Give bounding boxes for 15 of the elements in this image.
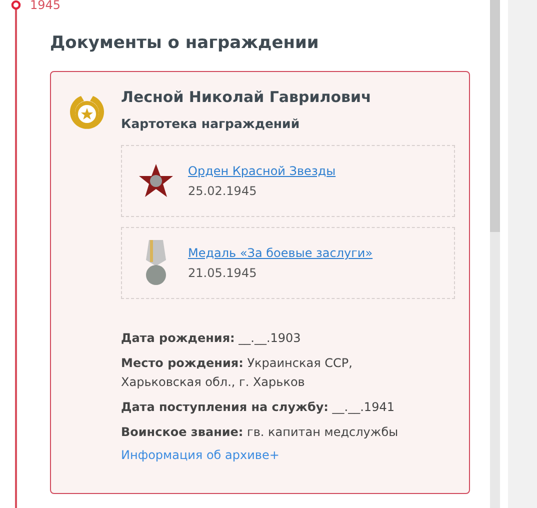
award-link[interactable]: Орден Красной Звезды <box>188 164 336 178</box>
info-line: Место рождения: Украинская ССР, Харьковская обл., г. Харьков <box>121 355 354 391</box>
award-date: 21.05.1945 <box>188 266 258 280</box>
info-line: Дата поступления на службу: __.__.1941 <box>121 399 396 416</box>
info-line: Воинское звание: гв. капитан медслужбы <box>121 424 400 441</box>
section-title: Документы о награждении <box>50 33 320 53</box>
star-order-icon <box>138 163 174 199</box>
timeline-year: 1945 <box>30 0 61 12</box>
scrollbar-thumb[interactable] <box>490 0 500 232</box>
archive-link[interactable]: Информация об архиве+ <box>121 448 280 462</box>
card-subtitle: Картотека награждений <box>121 116 301 131</box>
person-name: Лесной Николай Гаврилович <box>121 88 372 106</box>
award-date: 25.02.1945 <box>188 184 258 198</box>
award-link[interactable]: Медаль «За боевые заслуги» <box>188 246 373 260</box>
info-line: Дата рождения: __.__.1903 <box>121 330 302 347</box>
